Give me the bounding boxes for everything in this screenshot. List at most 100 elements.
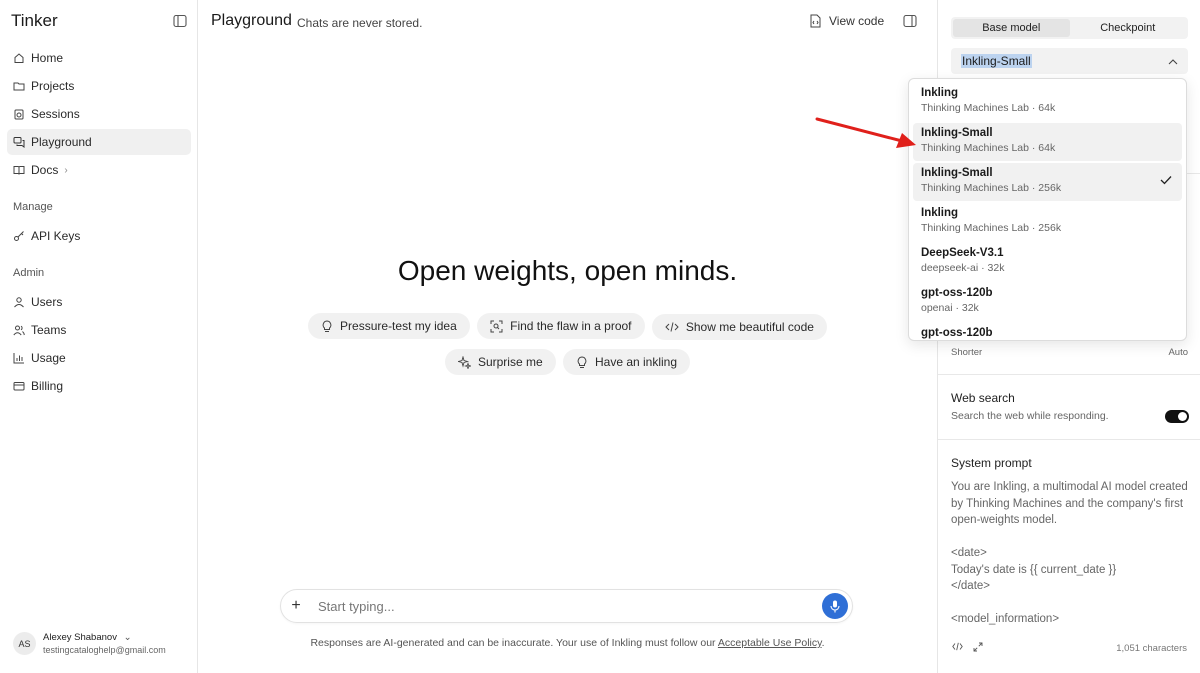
expand-icon[interactable] [973, 642, 983, 652]
model-option-meta: Thinking Machines Lab · 64k [921, 142, 1056, 154]
web-search-title: Web search [951, 391, 1015, 405]
disclaimer-text: Responses are AI-generated and can be in… [310, 637, 718, 649]
sidebar-toggle-icon[interactable] [173, 14, 187, 28]
model-option[interactable]: DeepSeek-V3.1 deepseek-ai · 32k [913, 243, 1182, 281]
model-option[interactable]: gpt-oss-120b openai · 32k [913, 283, 1182, 321]
voice-button[interactable] [822, 593, 848, 619]
chevron-up-icon [1168, 54, 1178, 68]
model-option[interactable]: gpt-oss-120b [913, 323, 1182, 340]
lightbulb-icon [577, 355, 587, 368]
model-option[interactable]: Inkling-Small Thinking Machines Lab · 64… [913, 123, 1182, 161]
avatar: AS [13, 632, 36, 655]
suggestion-chip[interactable]: Have an inkling [562, 349, 691, 375]
model-option-name: Inkling-Small [921, 127, 993, 139]
code-file-icon [810, 14, 821, 28]
sessions-icon [13, 108, 25, 120]
suggestion-row: Pressure-test my idea Find the flaw in a… [198, 313, 937, 340]
tab-base-model[interactable]: Base model [953, 19, 1070, 37]
card-icon [13, 380, 25, 392]
user-menu[interactable]: AS Alexey Shabanov ⌄ testingcataloghelp@… [13, 632, 166, 655]
model-option-name: gpt-oss-120b [921, 327, 993, 339]
sidebar-item-label: Sessions [31, 107, 80, 121]
suggestion-chip[interactable]: Pressure-test my idea [308, 313, 470, 339]
acceptable-use-link[interactable]: Acceptable Use Policy [718, 637, 822, 649]
model-option-meta: Thinking Machines Lab · 256k [921, 222, 1062, 234]
model-dropdown: Inkling Thinking Machines Lab · 64k Inkl… [908, 78, 1187, 341]
folder-icon [13, 80, 25, 92]
message-input[interactable] [318, 598, 822, 614]
character-count: 1,051 characters [1116, 643, 1187, 654]
sidebar-item-label: Home [31, 51, 64, 65]
home-icon [13, 52, 25, 64]
sidebar-item-playground[interactable]: Playground [7, 129, 191, 155]
sidebar-item-users[interactable]: Users [7, 289, 191, 315]
model-option-meta: openai · 32k [921, 302, 979, 314]
web-search-toggle[interactable] [1165, 410, 1189, 423]
sidebar-item-usage[interactable]: Usage [7, 345, 191, 371]
key-icon [13, 230, 25, 242]
suggestion-chip[interactable]: Find the flaw in a proof [477, 313, 645, 339]
suggestion-chip[interactable]: Show me beautiful code [651, 313, 827, 340]
model-select[interactable]: Inkling-Small [951, 48, 1188, 74]
sidebar-item-billing[interactable]: Billing [7, 373, 191, 399]
lightbulb-icon [322, 319, 332, 332]
right-panel-toggle-icon[interactable] [903, 14, 917, 31]
sidebar-item-api-keys[interactable]: API Keys [7, 223, 191, 249]
sidebar-item-docs[interactable]: Docs › [7, 157, 191, 183]
sidebar-nav: Home Projects Sessions Playground Docs ›… [7, 45, 191, 401]
disclaimer: Responses are AI-generated and can be in… [198, 637, 937, 649]
annotation-arrow [815, 117, 916, 148]
suggestion-label: Have an inkling [594, 355, 678, 369]
plus-icon: + [291, 597, 301, 614]
toggle-knob [1178, 412, 1187, 421]
sidebar-item-label: Projects [31, 79, 75, 93]
system-prompt-tools [952, 642, 993, 652]
system-prompt-textarea[interactable]: You are Inkling, a multimodal AI model c… [951, 479, 1191, 628]
tab-checkpoint[interactable]: Checkpoint [1070, 19, 1187, 37]
sparkles-icon [457, 355, 471, 369]
team-icon [13, 324, 25, 336]
chat-icon [13, 136, 25, 148]
section-label-admin: Admin [13, 267, 45, 279]
sidebar-item-label: Teams [31, 323, 67, 337]
sidebar-item-label: Playground [31, 135, 92, 149]
attach-button[interactable]: + [285, 595, 307, 617]
model-option-name: Inkling-Small [921, 167, 993, 179]
model-option[interactable]: Inkling Thinking Machines Lab · 256k [913, 203, 1182, 241]
chevron-right-icon: › [64, 164, 68, 176]
sidebar-item-sessions[interactable]: Sessions [7, 101, 191, 127]
view-code-label: View code [829, 14, 885, 28]
model-option-meta: Thinking Machines Lab · 256k [921, 182, 1062, 194]
model-select-value: Inkling-Small [961, 54, 1032, 68]
code-icon [665, 321, 679, 332]
composer: + [280, 589, 853, 623]
model-option-meta: deepseek-ai · 32k [921, 262, 1005, 274]
checkmark-icon [1160, 174, 1172, 188]
sidebar: Tinker Home Projects Sessions Playground… [0, 0, 198, 673]
main-area: Playground Chats are never stored. View … [198, 0, 937, 673]
model-option-selected[interactable]: Inkling-Small Thinking Machines Lab · 25… [913, 163, 1182, 201]
model-source-tabs: Base model Checkpoint [951, 17, 1188, 39]
sidebar-item-label: Docs [31, 163, 59, 177]
suggestion-label: Find the flaw in a proof [510, 319, 632, 333]
brand-logo[interactable]: Tinker [11, 11, 58, 31]
suggestion-label: Show me beautiful code [685, 319, 814, 334]
section-label-manage: Manage [13, 201, 53, 213]
book-icon [13, 164, 25, 176]
page-title: Playground [211, 12, 292, 29]
sidebar-item-label: API Keys [31, 229, 81, 243]
suggestion-chip[interactable]: Surprise me [444, 349, 556, 375]
page-subtitle: Chats are never stored. [297, 16, 423, 30]
sidebar-item-teams[interactable]: Teams [7, 317, 191, 343]
sidebar-item-label: Billing [31, 379, 64, 393]
scan-search-icon [490, 320, 503, 332]
sidebar-item-home[interactable]: Home [7, 45, 191, 71]
code-icon[interactable] [952, 642, 963, 652]
model-option-meta: Thinking Machines Lab · 64k [921, 102, 1056, 114]
length-max-label: Auto [1168, 347, 1188, 358]
model-option[interactable]: Inkling Thinking Machines Lab · 64k [913, 83, 1182, 121]
view-code-button[interactable]: View code [809, 14, 884, 28]
user-icon [13, 296, 25, 308]
sidebar-item-projects[interactable]: Projects [7, 73, 191, 99]
chevron-down-icon: ⌄ [123, 632, 132, 643]
